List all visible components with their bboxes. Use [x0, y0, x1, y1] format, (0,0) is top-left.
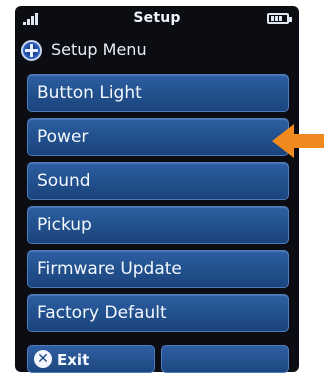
menu-item-label: Pickup — [37, 215, 92, 235]
page-title: Setup Menu — [51, 40, 147, 59]
arrow-left-icon — [272, 124, 324, 158]
menu-item-button-light[interactable]: Button Light — [27, 74, 289, 112]
exit-label: Exit — [57, 351, 90, 369]
menu-item-label: Sound — [37, 171, 91, 191]
menu-item-label: Firmware Update — [37, 259, 182, 279]
dpad-icon — [21, 40, 42, 61]
exit-button[interactable]: ✕ Exit — [27, 345, 155, 373]
menu-header: Setup Menu — [15, 32, 299, 68]
device-screen: Setup Setup Menu Button Light Power Soun… — [15, 6, 299, 373]
menu-item-pickup[interactable]: Pickup — [27, 206, 289, 244]
menu-item-firmware-update[interactable]: Firmware Update — [27, 250, 289, 288]
menu-item-power[interactable]: Power — [27, 118, 289, 156]
menu-item-label: Factory Default — [37, 303, 167, 323]
menu-item-sound[interactable]: Sound — [27, 162, 289, 200]
status-title: Setup — [133, 10, 181, 26]
menu-item-factory-default[interactable]: Factory Default — [27, 294, 289, 332]
menu-item-label: Button Light — [37, 83, 142, 103]
softkey-bar: ✕ Exit — [27, 345, 289, 373]
status-bar: Setup — [15, 6, 299, 30]
right-softkey[interactable] — [161, 345, 289, 373]
close-icon: ✕ — [34, 350, 52, 368]
battery-icon — [267, 13, 292, 24]
setup-menu-list: Button Light Power Sound Pickup Firmware… — [27, 74, 289, 338]
menu-item-label: Power — [37, 127, 89, 147]
